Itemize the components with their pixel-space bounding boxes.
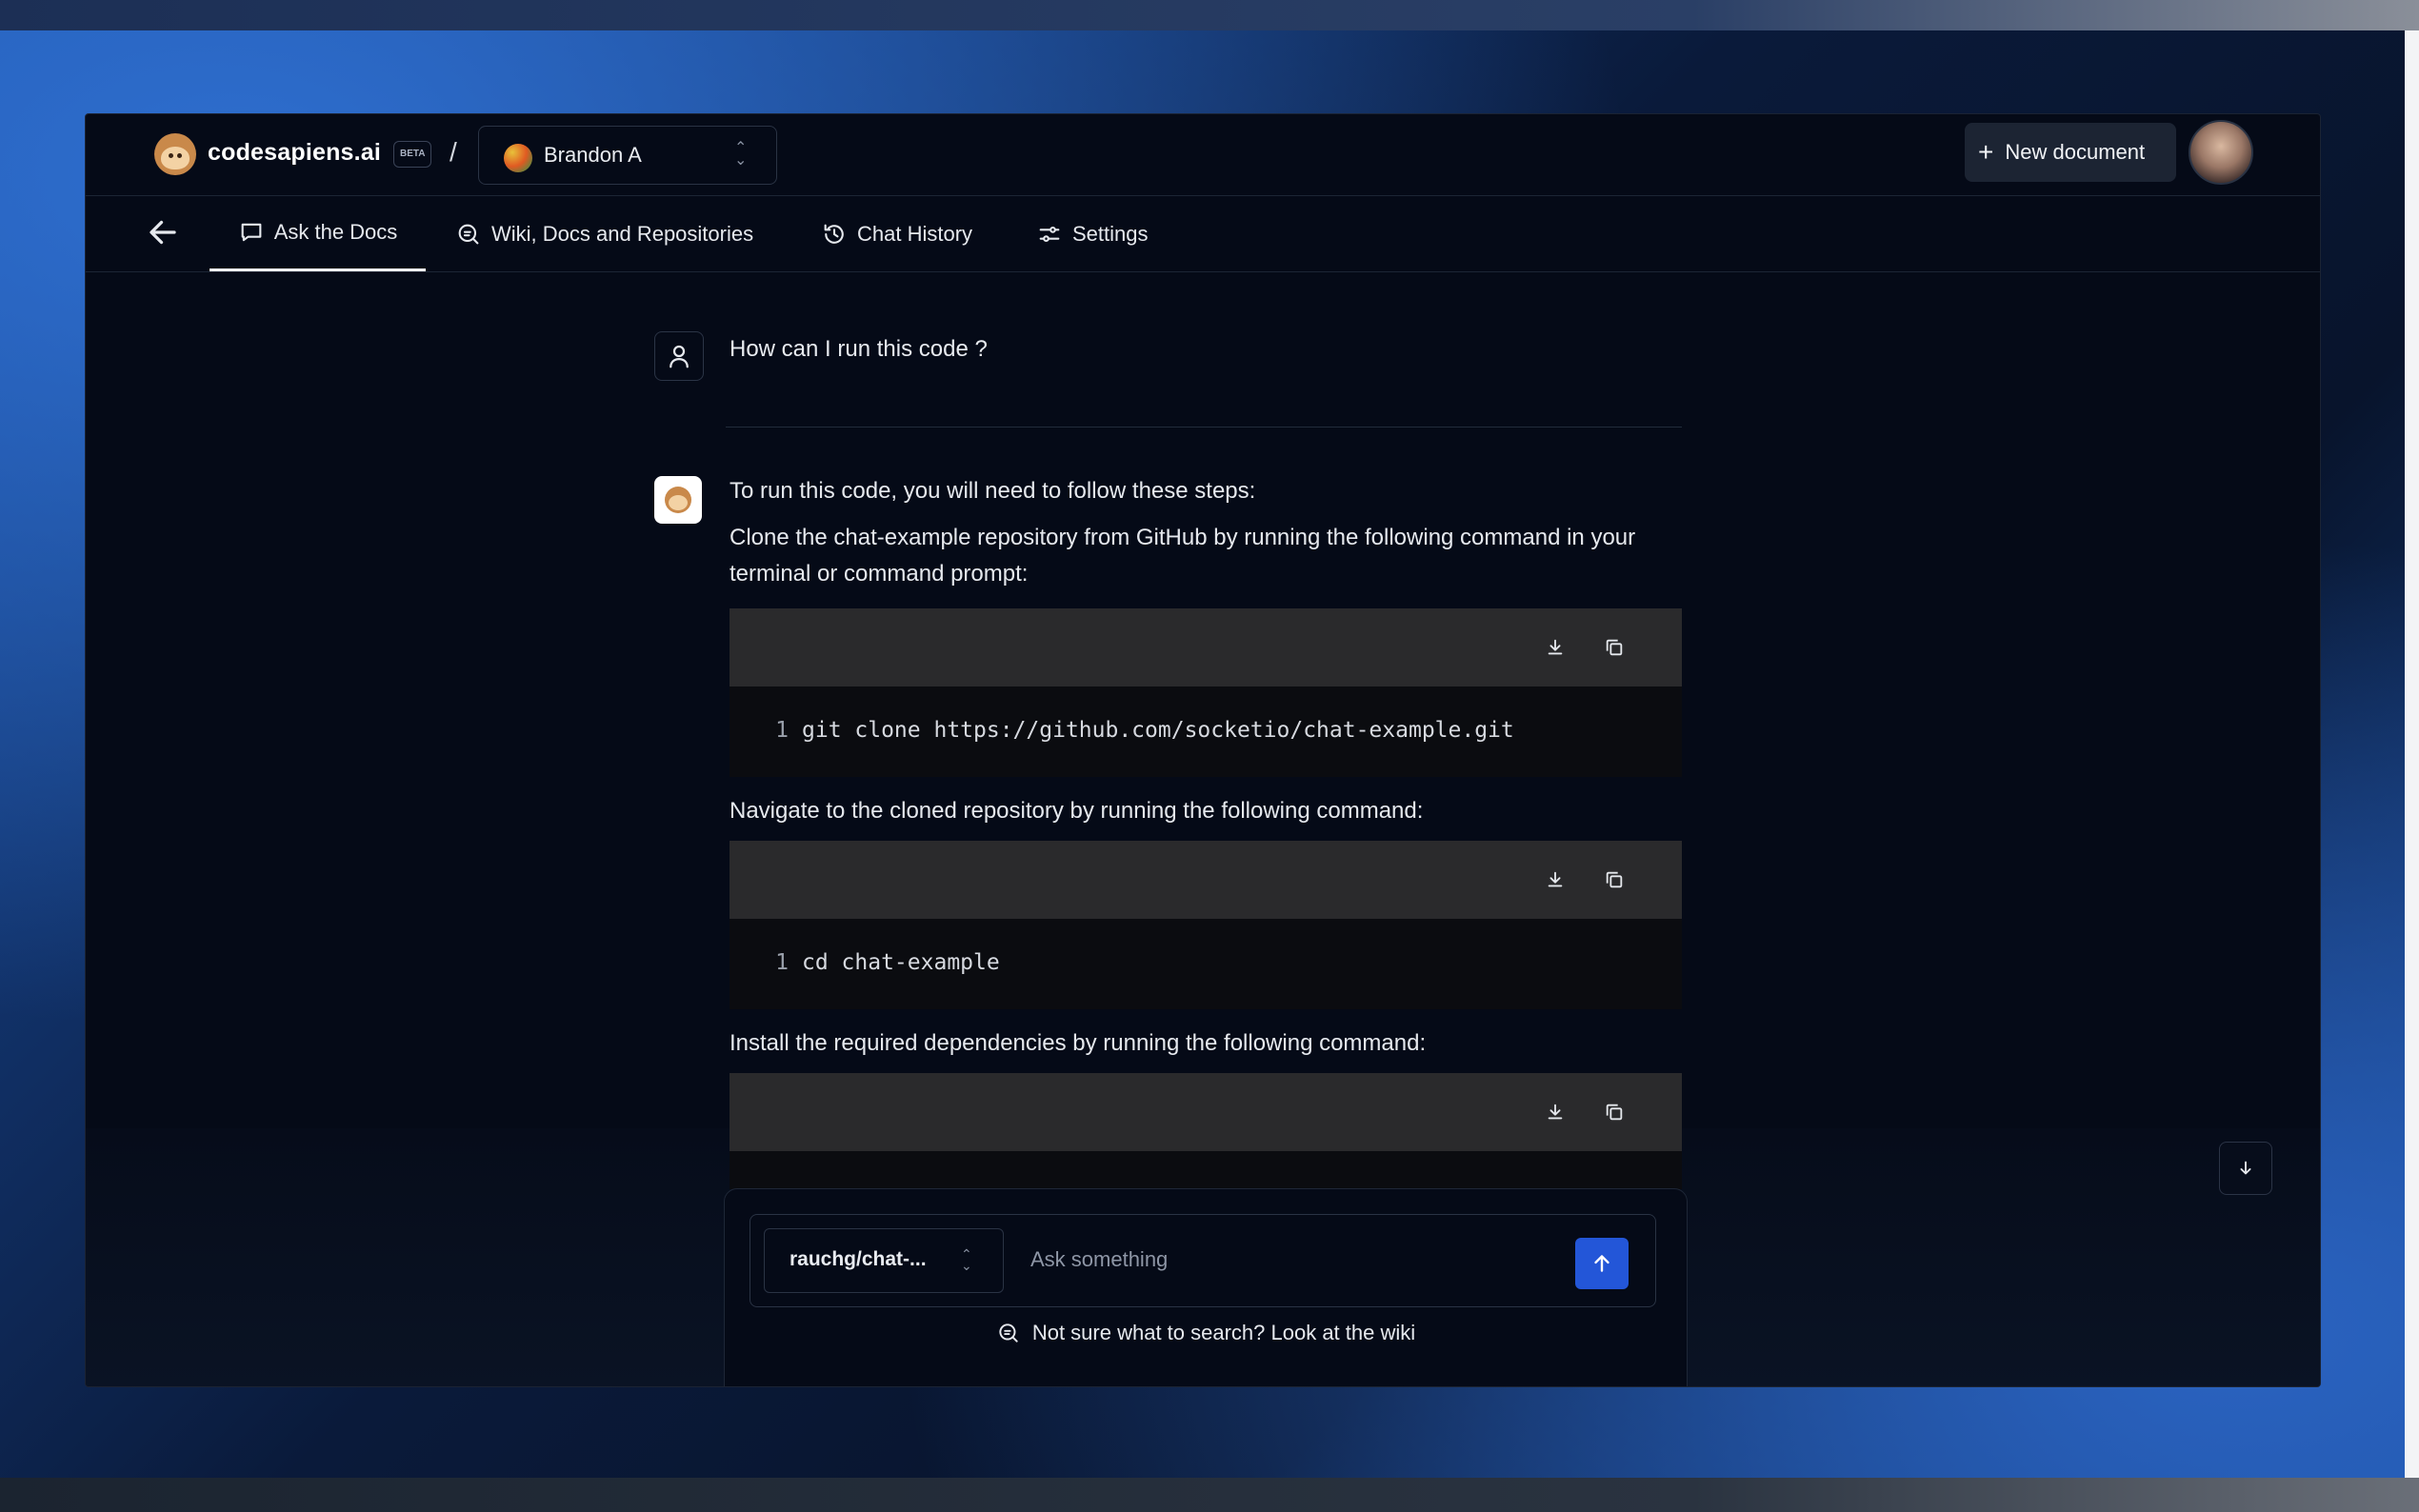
wiki-hint-link[interactable]: Not sure what to search? Look at the wik… [725,1321,1687,1345]
search-document-icon [458,224,479,244]
code-block-3[interactable] [730,1151,1682,1189]
app-window: codesapiens.ai BETA / Brandon A ⌃ ⌄ + New… [85,113,2321,1387]
repository-selector[interactable]: rauchg/chat-... ⌃ ⌄ [764,1228,1004,1293]
chevron-up-down-icon: ⌃ ⌄ [734,140,748,169]
repository-name: rauchg/chat-... [790,1248,927,1270]
code-block-1-toolbar [730,608,1682,686]
sliders-icon [1039,226,1060,242]
tab-ask-the-docs[interactable]: Ask the Docs [210,196,426,271]
step-3-text: Install the required dependencies by run… [730,1030,1427,1056]
code-line: 1 cd chat-example [730,950,1000,975]
code-text: git clone https://github.com/socketio/ch… [802,718,1514,743]
line-number: 1 [775,718,789,743]
screen-bottom-strip [0,1478,2419,1512]
plus-icon: + [1978,137,1994,167]
screen-top-strip [0,0,2419,30]
step-2-text: Navigate to the cloned repository by run… [730,798,1424,824]
line-number: 1 [775,950,789,975]
ask-input[interactable]: Ask something [1030,1247,1168,1272]
tab-label: Settings [1072,221,1149,246]
monkey-logo-icon[interactable] [154,133,196,175]
answer-intro: To run this code, you will need to follo… [730,478,1256,504]
tab-bar: Ask the Docs Wiki, Docs and Repositories… [86,196,2320,272]
tab-label: Wiki, Docs and Repositories [491,221,754,246]
tab-wiki-docs-repositories[interactable]: Wiki, Docs and Repositories [455,196,753,271]
org-name: Brandon A [544,143,642,167]
composer-panel: rauchg/chat-... ⌃ ⌄ Ask something Not sur… [724,1188,1688,1386]
code-text: cd chat-example [802,950,1000,975]
code-block-3-toolbar [730,1073,1682,1151]
new-document-button[interactable]: + New document [1965,123,2176,182]
top-header: codesapiens.ai BETA / Brandon A ⌃ ⌄ + New… [86,114,2320,196]
search-document-icon [999,1323,1018,1343]
send-button[interactable] [1575,1238,1629,1289]
brand-name[interactable]: codesapiens.ai [208,139,381,167]
code-block-1[interactable]: 1 git clone https://github.com/socketio/c… [730,686,1682,777]
assistant-monkey-icon [654,476,702,524]
chat-bubble-icon [241,223,262,242]
history-icon [824,224,844,244]
new-document-label: New document [2005,140,2146,164]
back-arrow-icon[interactable] [146,215,180,249]
composer-input-row: rauchg/chat-... ⌃ ⌄ Ask something [750,1214,1656,1307]
org-selector[interactable]: Brandon A ⌃ ⌄ [478,126,777,185]
copy-icon[interactable] [1600,1098,1629,1126]
wiki-hint-text: Not sure what to search? Look at the wik… [1031,1321,1416,1344]
screen-right-edge [2405,30,2419,1478]
copy-icon[interactable] [1600,865,1629,894]
user-avatar[interactable] [2189,120,2253,185]
breadcrumb-separator: / [450,137,457,167]
arrow-up-icon [1594,1255,1609,1272]
org-avatar [504,144,532,172]
person-icon [670,345,689,368]
chevron-up-down-icon: ⌃ ⌄ [961,1246,972,1273]
user-question: How can I run this code ? [730,336,988,362]
copy-icon[interactable] [1600,633,1629,662]
tab-label: Ask the Docs [273,220,398,244]
step-1-text: Clone the chat-example repository from G… [730,525,1636,587]
code-line: 1 git clone https://github.com/socketio/c… [730,718,1514,743]
arrow-down-icon [2240,1161,2251,1175]
tab-label: Chat History [857,221,973,246]
user-message-icon [654,331,704,381]
tab-settings[interactable]: Settings [1036,196,1149,271]
download-icon[interactable] [1541,865,1569,894]
code-block-2-toolbar [730,841,1682,919]
code-block-2[interactable]: 1 cd chat-example [730,919,1682,1009]
download-icon[interactable] [1541,1098,1569,1126]
beta-badge: BETA [393,141,432,168]
message-divider [726,427,1682,428]
tab-chat-history[interactable]: Chat History [821,196,972,271]
download-icon[interactable] [1541,633,1569,662]
scroll-to-bottom-button[interactable] [2219,1142,2272,1195]
